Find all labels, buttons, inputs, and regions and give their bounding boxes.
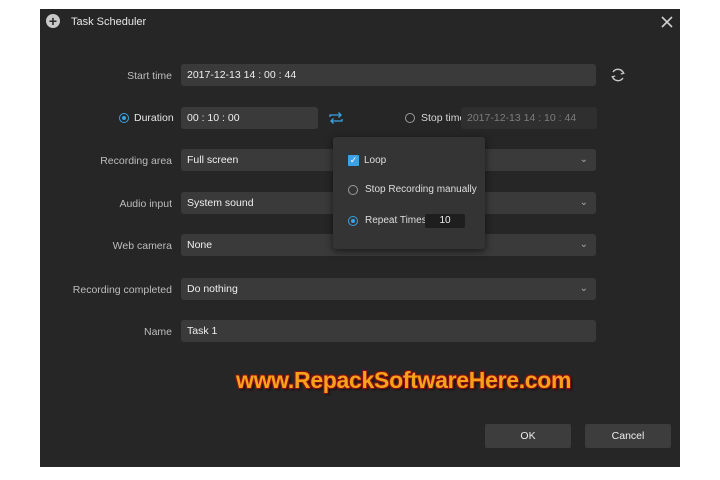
title-bar: + Task Scheduler (40, 9, 680, 37)
loop-arrows-icon[interactable] (327, 110, 345, 126)
audio-input-value: System sound (187, 197, 254, 209)
plus-circle-icon: + (46, 14, 60, 28)
start-time-field[interactable]: 2017-12-13 14 : 00 : 44 (181, 64, 596, 86)
repeat-times-field[interactable]: 10 (425, 214, 465, 228)
start-time-label: Start time (127, 70, 172, 82)
loop-checkbox[interactable]: ✓ (348, 155, 359, 166)
web-camera-label: Web camera (112, 240, 172, 252)
duration-radio[interactable] (119, 113, 129, 123)
loop-options-popup: ✓ Loop Stop Recording manually Repeat Ti… (333, 137, 485, 249)
chevron-down-icon: ⌄ (579, 283, 588, 294)
loop-label: Loop (364, 155, 387, 166)
stop-time-value: 2017-12-13 14 : 10 : 44 (467, 112, 577, 124)
name-value: Task 1 (187, 325, 218, 337)
start-time-value: 2017-12-13 14 : 00 : 44 (187, 69, 297, 81)
repeat-times-label: Repeat Times (365, 215, 427, 226)
chevron-down-icon: ⌄ (579, 197, 588, 208)
audio-input-label: Audio input (119, 198, 172, 210)
duration-value: 00 : 10 : 00 (187, 112, 240, 124)
repeat-times-radio[interactable] (348, 216, 358, 226)
refresh-icon[interactable] (609, 66, 627, 84)
recording-completed-value: Do nothing (187, 283, 238, 295)
name-input[interactable]: Task 1 (181, 320, 596, 342)
window-title: Task Scheduler (71, 16, 147, 28)
cancel-button[interactable]: Cancel (585, 424, 671, 448)
stop-manual-label: Stop Recording manually (365, 184, 477, 195)
watermark: www.RepackSoftwareHere.com (236, 367, 572, 393)
recording-completed-label: Recording completed (72, 284, 172, 296)
duration-field[interactable]: 00 : 10 : 00 (181, 107, 318, 129)
recording-area-value: Full screen (187, 154, 239, 166)
stop-manual-radio[interactable] (348, 185, 358, 195)
duration-label: Duration (134, 112, 174, 124)
stop-time-radio[interactable] (405, 113, 415, 123)
close-icon[interactable] (657, 12, 677, 32)
recording-completed-select[interactable]: Do nothing ⌄ (181, 278, 596, 300)
chevron-down-icon: ⌄ (579, 154, 588, 165)
chevron-down-icon: ⌄ (579, 239, 588, 250)
recording-area-label: Recording area (100, 155, 172, 167)
task-scheduler-dialog: + Task Scheduler Start time 2017-12-13 1… (40, 9, 680, 467)
ok-button[interactable]: OK (485, 424, 571, 448)
stop-time-label: Stop time (421, 112, 466, 124)
web-camera-value: None (187, 239, 213, 251)
stop-time-field[interactable]: 2017-12-13 14 : 10 : 44 (461, 107, 597, 129)
name-label: Name (143, 326, 172, 338)
